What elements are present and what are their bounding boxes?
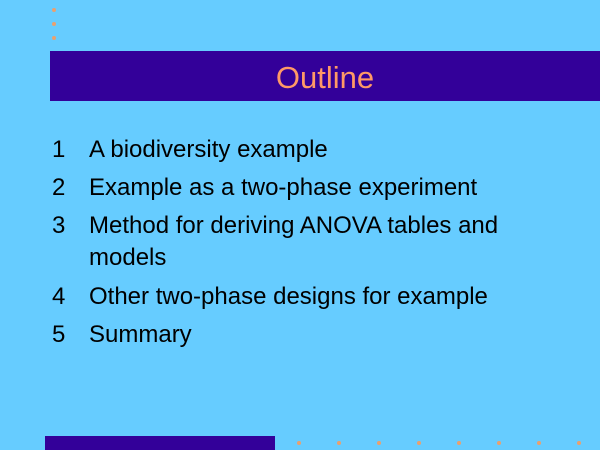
decorative-dot	[377, 441, 381, 445]
decorative-dot	[417, 441, 421, 445]
list-item-number: 5	[52, 321, 66, 348]
list-item-number: 4	[52, 283, 66, 310]
decorative-dot	[297, 441, 301, 445]
decorative-dot	[337, 441, 341, 445]
slide: Outline 1 A biodiversity example 2 Examp…	[0, 0, 600, 450]
decorative-dot	[537, 441, 541, 445]
list-item-number: 3	[52, 212, 66, 239]
decorative-dot	[497, 441, 501, 445]
bottom-bar	[45, 436, 275, 450]
list-item-text: A biodiversity example	[89, 136, 328, 163]
list-item-text: Other two-phase designs for example	[89, 283, 488, 310]
decorative-dot	[577, 441, 581, 445]
outline-list: 1 A biodiversity example 2 Example as a …	[0, 0, 600, 450]
list-item-text: Summary	[89, 321, 192, 348]
decorative-dot	[457, 441, 461, 445]
list-item-text: Example as a two-phase experiment	[89, 174, 478, 201]
list-item-number: 2	[52, 174, 66, 201]
list-item-number: 1	[52, 136, 66, 163]
list-item-text: Method for deriving ANOVA tables and mod…	[89, 212, 499, 271]
